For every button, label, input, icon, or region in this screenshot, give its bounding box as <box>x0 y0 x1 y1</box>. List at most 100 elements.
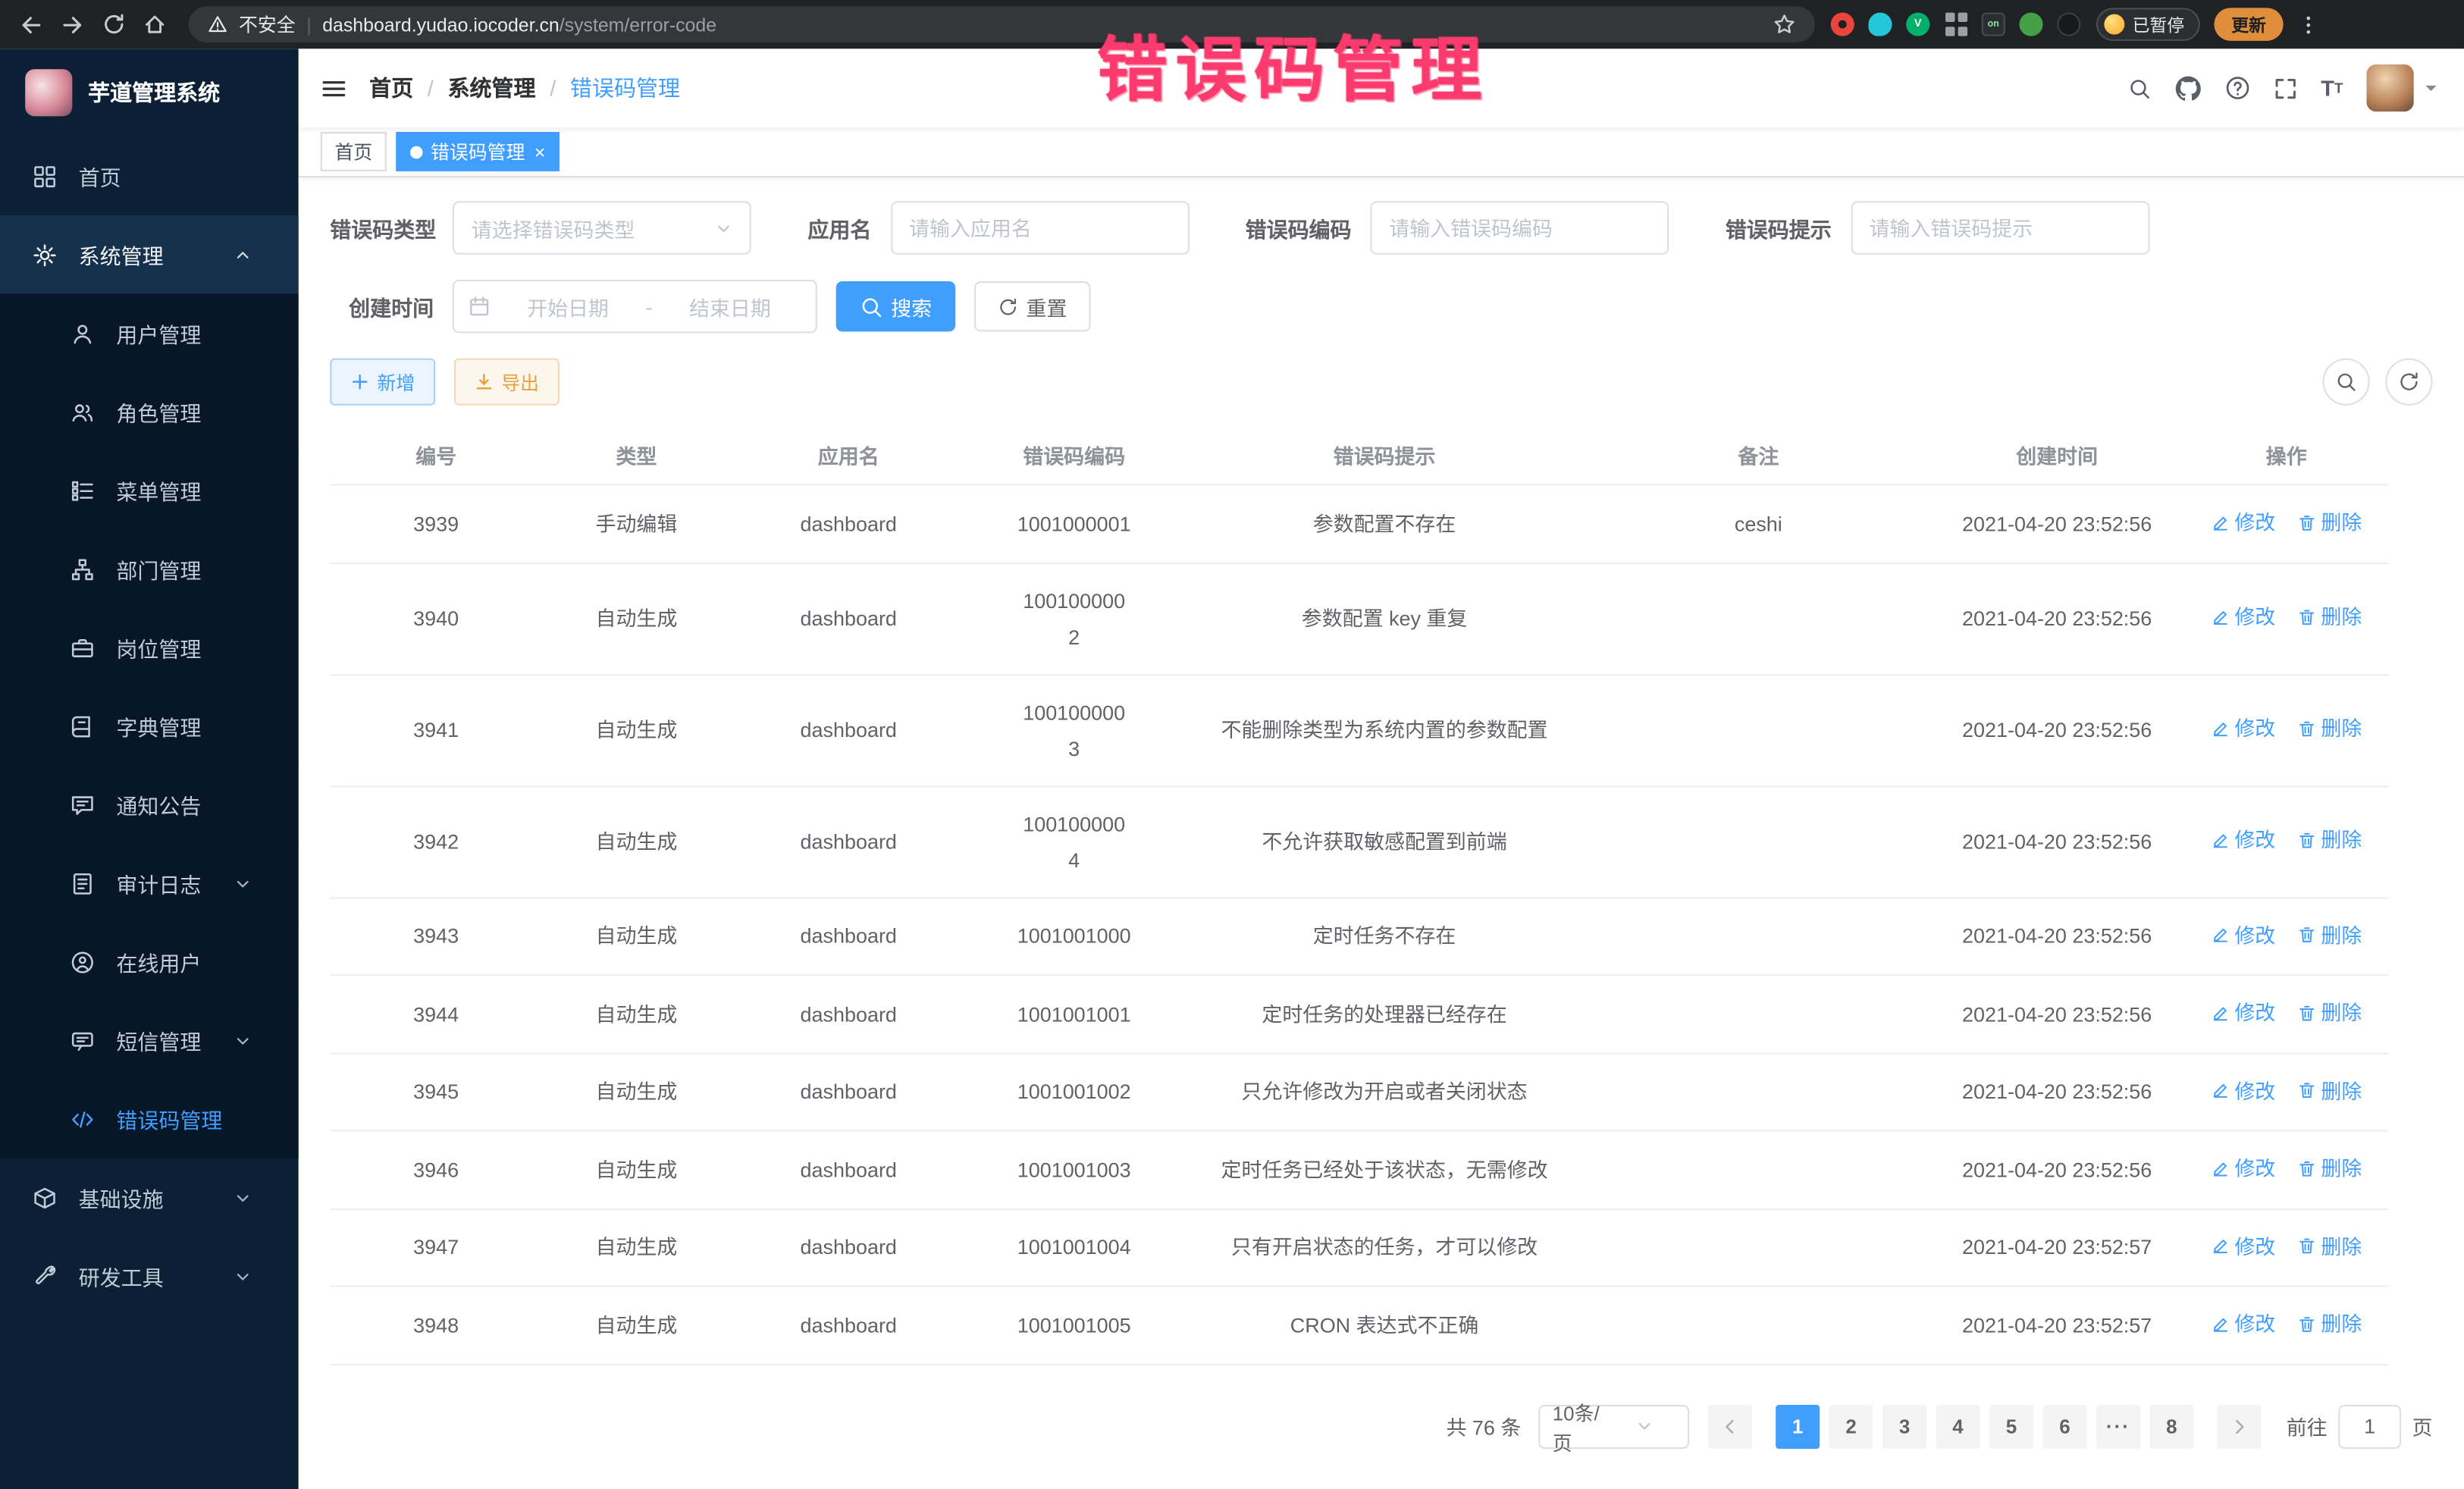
bookmark-star-icon[interactable] <box>1773 13 1796 36</box>
extension-green-v-icon[interactable]: V <box>1906 13 1930 36</box>
sidebar-item-dev-tools[interactable]: 研发工具 <box>0 1237 299 1315</box>
sidebar-item-error-code[interactable]: 错误码管理 <box>0 1080 299 1158</box>
question-icon[interactable] <box>2225 75 2250 100</box>
close-icon[interactable]: × <box>534 143 546 161</box>
page-button-2[interactable]: 2 <box>1829 1404 1873 1448</box>
delete-link[interactable]: 删除 <box>2297 917 2362 953</box>
reset-button[interactable]: 重置 <box>974 281 1090 331</box>
sidebar-item-audit-log[interactable]: 审计日志 <box>0 844 299 923</box>
delete-link[interactable]: 删除 <box>2297 1228 2362 1265</box>
delete-link[interactable]: 删除 <box>2297 710 2362 747</box>
sidebar-item-dict[interactable]: 字典管理 <box>0 687 299 766</box>
refresh-table-icon[interactable] <box>2385 359 2432 406</box>
user-menu[interactable] <box>2366 64 2438 111</box>
address-bar[interactable]: 不安全 | dashboard.yudao.iocoder.cn/system/… <box>189 6 1815 42</box>
sidebar-item-menu[interactable]: 菜单管理 <box>0 451 299 530</box>
edit-link[interactable]: 修改 <box>2211 995 2275 1031</box>
cell-type: 手动编辑 <box>542 484 731 563</box>
page-button-5[interactable]: 5 <box>1989 1404 2033 1448</box>
browser-reload-icon[interactable] <box>94 5 132 43</box>
breadcrumb-item[interactable]: 首页 <box>369 72 413 103</box>
edit-icon <box>2211 1081 2230 1100</box>
extension-red-icon[interactable] <box>1831 13 1854 36</box>
sidebar-item-user[interactable]: 用户管理 <box>0 294 299 373</box>
sidebar-item-dept[interactable]: 部门管理 <box>0 529 299 608</box>
sidebar-item-system[interactable]: 系统管理 <box>0 215 299 294</box>
goto-page-input[interactable] <box>2338 1404 2401 1448</box>
edit-link[interactable]: 修改 <box>2211 504 2275 541</box>
cell-type: 自动生成 <box>542 975 731 1053</box>
browser-forward-icon[interactable] <box>53 5 91 43</box>
table-row: 3947自动生成dashboard1001001004只有开启状态的任务，才可以… <box>330 1208 2388 1287</box>
prev-page-icon[interactable] <box>1708 1404 1752 1448</box>
sidebar-item-label: 菜单管理 <box>116 475 201 506</box>
edit-link[interactable]: 修改 <box>2211 710 2275 747</box>
profile-paused-badge[interactable]: 已暂停 <box>2096 8 2200 41</box>
sidebar-item-infra[interactable]: 基础设施 <box>0 1158 299 1237</box>
search-button[interactable]: 搜索 <box>836 281 956 331</box>
page-button-1[interactable]: 1 <box>1776 1404 1820 1448</box>
extension-teal-icon[interactable] <box>1868 13 1892 36</box>
edit-link[interactable]: 修改 <box>2211 823 2275 859</box>
delete-link[interactable]: 删除 <box>2297 1073 2362 1109</box>
sidebar-item-post[interactable]: 岗位管理 <box>0 608 299 687</box>
edit-link[interactable]: 修改 <box>2211 1073 2275 1109</box>
delete-icon <box>2297 1315 2316 1334</box>
page-button-6[interactable]: 6 <box>2042 1404 2086 1448</box>
edit-link[interactable]: 修改 <box>2211 599 2275 635</box>
hamburger-icon[interactable] <box>321 74 347 101</box>
delete-link[interactable]: 删除 <box>2297 1150 2362 1186</box>
page-size-select[interactable]: 10条/页 <box>1538 1404 1689 1448</box>
sidebar-item-home[interactable]: 首页 <box>0 136 299 215</box>
search-icon[interactable] <box>2127 77 2151 100</box>
page-button-8[interactable]: 8 <box>2149 1404 2193 1448</box>
delete-link[interactable]: 删除 <box>2297 504 2362 541</box>
edit-link[interactable]: 修改 <box>2211 1150 2275 1186</box>
sidebar-item-role[interactable]: 角色管理 <box>0 372 299 451</box>
delete-link[interactable]: 删除 <box>2297 823 2362 859</box>
tab-home[interactable]: 首页 <box>321 132 387 171</box>
sidebar-item-sms[interactable]: 短信管理 <box>0 1001 299 1080</box>
page-button-3[interactable]: 3 <box>1882 1404 1926 1448</box>
fullscreen-icon[interactable] <box>2274 77 2297 100</box>
cell-code: 1001000003 <box>967 674 1182 785</box>
delete-icon <box>2297 831 2316 850</box>
delete-icon <box>2297 1237 2316 1255</box>
edit-icon <box>2211 1315 2230 1334</box>
extension-green-icon[interactable] <box>2019 13 2042 36</box>
edit-link[interactable]: 修改 <box>2211 1228 2275 1265</box>
next-page-icon[interactable] <box>2218 1404 2262 1448</box>
pagination-more[interactable]: ··· <box>2096 1404 2140 1448</box>
extension-dark-icon[interactable] <box>2057 13 2080 36</box>
browser-home-icon[interactable] <box>135 5 173 43</box>
tab-error-code[interactable]: 错误码管理× <box>396 132 560 171</box>
app-logo[interactable]: 芋道管理系统 <box>0 49 299 136</box>
sidebar-item-online-user[interactable]: 在线用户 <box>0 923 299 1002</box>
error-msg-input[interactable] <box>1851 201 2149 254</box>
sidebar-item-notice[interactable]: 通知公告 <box>0 765 299 844</box>
github-icon[interactable] <box>2174 74 2201 101</box>
cell-remark <box>1587 1208 1930 1287</box>
delete-link[interactable]: 删除 <box>2297 599 2362 635</box>
date-range-picker[interactable]: 开始日期 - 结束日期 <box>453 280 817 333</box>
error-type-select[interactable]: 请选择错误码类型 <box>453 201 751 254</box>
error-code-input[interactable] <box>1370 201 1669 254</box>
page-button-4[interactable]: 4 <box>1936 1404 1980 1448</box>
fontsize-icon[interactable]: TT <box>2321 77 2343 99</box>
edit-link[interactable]: 修改 <box>2211 917 2275 953</box>
browser-back-icon[interactable] <box>13 5 51 43</box>
toggle-search-icon[interactable] <box>2322 359 2369 406</box>
browser-update-button[interactable]: 更新 <box>2214 8 2283 41</box>
add-button[interactable]: 新增 <box>330 359 435 406</box>
extension-grid-icon[interactable] <box>1944 13 1967 36</box>
edit-icon <box>2211 1159 2230 1178</box>
url-path: /system/error-code <box>560 14 716 36</box>
browser-menu-dots-icon[interactable] <box>2297 14 2319 36</box>
export-button[interactable]: 导出 <box>454 359 560 406</box>
edit-link[interactable]: 修改 <box>2211 1306 2275 1342</box>
extension-on-badge-icon[interactable]: on <box>1982 13 2005 36</box>
delete-link[interactable]: 删除 <box>2297 1306 2362 1342</box>
delete-link[interactable]: 删除 <box>2297 995 2362 1031</box>
breadcrumb-item[interactable]: 系统管理 <box>447 72 535 103</box>
app-name-input[interactable] <box>890 201 1189 254</box>
